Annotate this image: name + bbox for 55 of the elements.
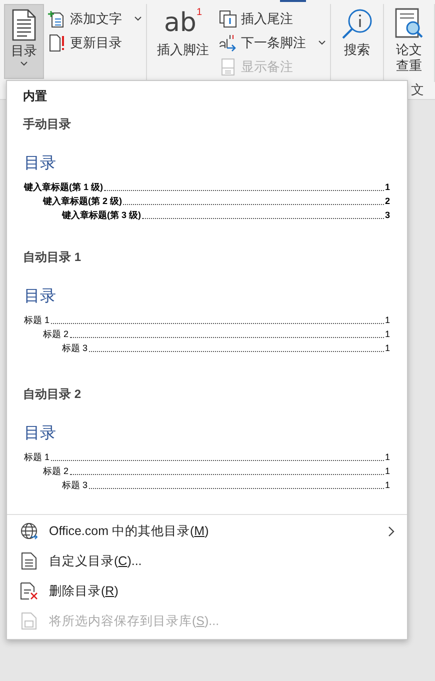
toc-entry: 标题 2 [43,328,69,341]
gallery-title: 自动目录 2 [22,386,82,403]
document-icon [11,9,37,41]
document-save-icon [21,612,37,630]
search-icon [341,8,373,40]
toc-preview[interactable]: 目录 标题 1 1 标题 2 1 标题 3 1 [7,270,407,381]
gallery-title: 自动目录 1 [22,249,82,266]
chevron-right-icon [388,526,395,536]
page-number: 1 [384,328,390,341]
toc-entry: 标题 1 [24,451,50,464]
ribbon-button[interactable]: 目录 [4,4,44,79]
toc-entry: 标题 3 [62,479,88,492]
section-header: 内置 [22,88,48,105]
ribbon-button[interactable]: 下一条脚注 [219,32,326,53]
menu-item[interactable]: 删除目录(R) [7,576,407,606]
globe-icon [20,522,38,540]
page-number: 1 [384,465,390,478]
toc-entry: 键入章标题(第 3 级) [62,209,142,222]
add-text-icon [48,10,66,28]
group-label: 文 [411,81,424,99]
page-number: 1 [384,479,390,492]
toc-preview[interactable]: 目录 键入章标题(第 1 级) 1 键入章标题(第 2 级) 2 键入章标题(第 3 级) 3 [7,137,407,244]
toc-entry: 标题 3 [62,342,88,355]
update-icon [48,34,66,52]
ribbon-button[interactable]: 搜索 [335,4,379,79]
toc-preview[interactable]: 目录 标题 1 1 标题 2 1 标题 3 1 [7,407,407,518]
document-magnifier-icon [394,8,424,40]
toc-entry: 标题 2 [43,465,69,478]
page-number: 3 [384,209,390,222]
toc-entry: 标题 1 [24,314,50,327]
page-number: 1 [384,342,390,355]
ribbon-button[interactable]: 添加文字 [48,8,142,29]
toc-heading: 目录 [24,424,56,444]
page-number: 1 [384,314,390,327]
ribbon-button[interactable]: 更新目录 [48,32,142,53]
notes-icon [219,58,237,76]
menu-item[interactable]: 自定义目录(C)... [7,546,407,576]
page-number: 2 [384,195,390,208]
ribbon-button[interactable]: 论文查重 [388,4,430,79]
endnote-icon [219,10,237,28]
caret-icon [134,16,142,21]
gallery-title: 手动目录 [22,116,72,133]
page-number: 1 [384,181,390,194]
toc-heading: 目录 [24,287,56,307]
toc-entry: 键入章标题(第 1 级) [24,181,104,194]
next-footnote-icon [219,34,237,52]
document-delete-icon [20,582,38,600]
page-number: 1 [384,451,390,464]
document-icon [21,552,37,570]
menu-item[interactable]: Office.com 中的其他目录(M) [7,516,407,546]
caret-icon [20,61,28,66]
ribbon-button[interactable]: 插入尾注 [219,8,326,29]
toc-heading: 目录 [24,154,56,174]
caret-icon [318,40,326,45]
toc-entry: 键入章标题(第 2 级) [43,195,122,208]
